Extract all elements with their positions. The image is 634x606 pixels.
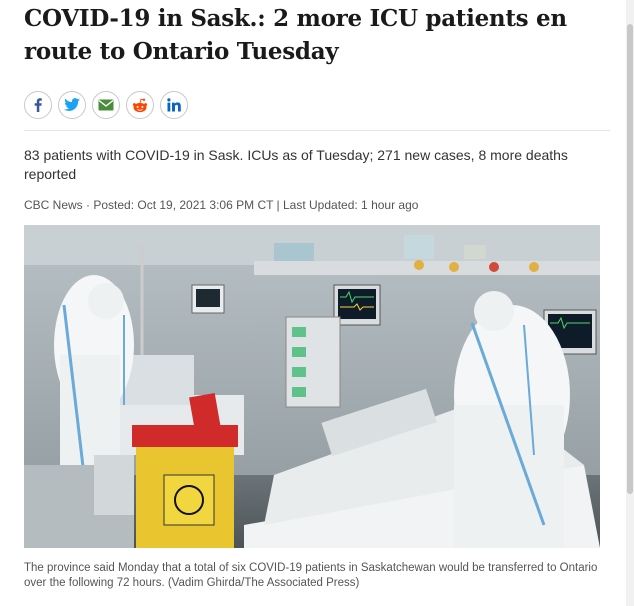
page-scrollbar[interactable] [626, 0, 634, 606]
share-facebook-button[interactable] [24, 91, 52, 119]
scrollbar-thumb[interactable] [627, 24, 633, 494]
share-reddit-button[interactable] [126, 91, 154, 119]
section-divider [24, 130, 610, 131]
reddit-icon [132, 98, 148, 112]
email-icon [98, 99, 114, 111]
article-photo[interactable] [24, 225, 600, 548]
icu-photo-illustration [24, 225, 600, 548]
share-bar [24, 91, 188, 119]
photo-caption: The province said Monday that a total of… [24, 562, 598, 589]
linkedin-icon [167, 98, 181, 112]
facebook-icon [34, 98, 42, 112]
article-byline: CBC News · Posted: Oct 19, 2021 3:06 PM … [24, 198, 419, 212]
share-twitter-button[interactable] [58, 91, 86, 119]
twitter-icon [64, 98, 80, 111]
article-headline: COVID-19 in Sask.: 2 more ICU patients e… [24, 5, 567, 65]
article-deck: 83 patients with COVID-19 in Sask. ICUs … [24, 147, 568, 182]
share-linkedin-button[interactable] [160, 91, 188, 119]
share-email-button[interactable] [92, 91, 120, 119]
